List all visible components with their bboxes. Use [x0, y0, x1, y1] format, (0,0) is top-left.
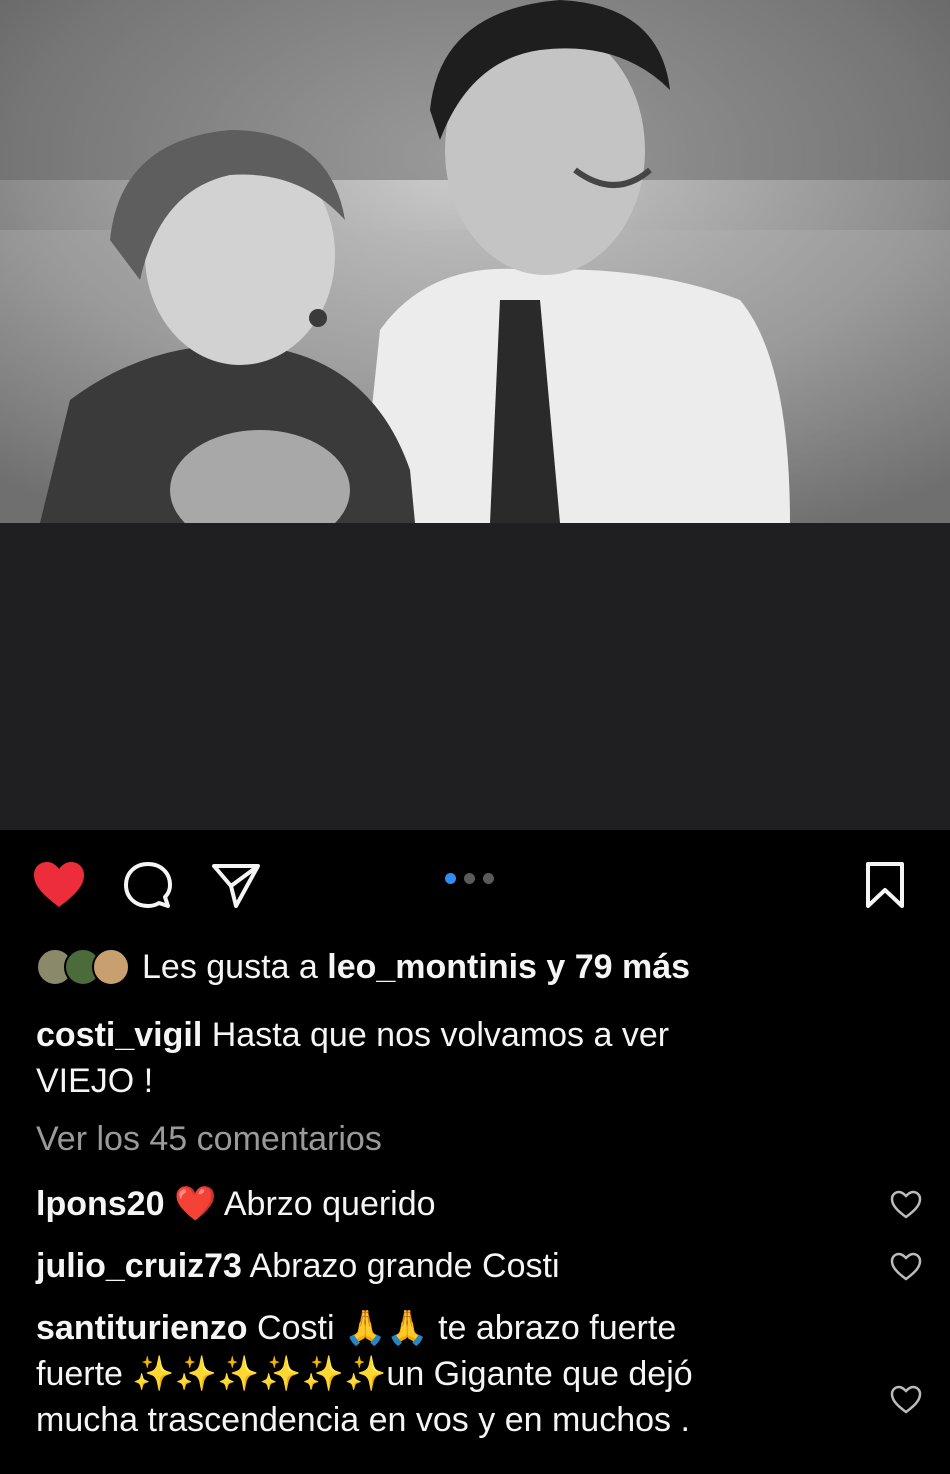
heart-emoji: ❤️ — [173, 1184, 217, 1224]
caption-text-line1: Hasta que nos volvamos a ver — [211, 1016, 670, 1054]
heart-icon[interactable] — [32, 860, 86, 910]
liker-username[interactable]: leo_montinis — [327, 948, 537, 987]
comment-text: mucha trascendencia en vos y en muchos . — [36, 1401, 690, 1439]
comment-text: Costi — [257, 1309, 335, 1347]
comment-username[interactable]: lpons20 — [36, 1185, 164, 1223]
bookmark-icon[interactable] — [862, 860, 908, 910]
comment-item: santiturienzo Costi 🙏🙏 te abrazo fuerte … — [36, 1305, 866, 1443]
comment-text: Abrazo grande Costi — [249, 1247, 560, 1285]
post-photo[interactable] — [0, 0, 950, 523]
avatar — [92, 948, 130, 986]
caption-text-line2: VIEJO ! — [36, 1062, 154, 1100]
comment-text: un Gigante que dejó — [386, 1355, 693, 1393]
comment-icon[interactable] — [122, 860, 174, 910]
carousel-dot — [483, 873, 494, 884]
like-outline-icon[interactable] — [890, 1190, 922, 1220]
likes-summary[interactable]: Les gusta a leo_montinis y 79 más — [36, 944, 690, 990]
share-icon[interactable] — [210, 860, 262, 910]
post-caption: costi_vigil Hasta que nos volvamos a ver… — [36, 1012, 916, 1104]
media-padding — [0, 523, 950, 830]
carousel-indicator — [445, 873, 494, 884]
like-outline-icon[interactable] — [890, 1385, 922, 1415]
liker-avatars — [36, 948, 130, 986]
comment-text: Abrzo querido — [223, 1185, 436, 1223]
comment-item: julio_cruiz73 Abrazo grande Costi — [36, 1243, 866, 1289]
view-comments-link[interactable]: Ver los 45 comentarios — [36, 1120, 382, 1159]
likes-suffix[interactable]: y 79 más — [546, 948, 690, 987]
carousel-dot — [464, 873, 475, 884]
comment-text: fuerte — [36, 1355, 123, 1393]
caption-username[interactable]: costi_vigil — [36, 1016, 202, 1054]
comment-username[interactable]: santiturienzo — [36, 1309, 248, 1347]
likes-prefix: Les gusta a — [142, 947, 318, 986]
comment-text: te abrazo fuerte — [438, 1309, 677, 1347]
sparkles-emoji: ✨✨✨✨✨✨ — [132, 1354, 387, 1394]
pray-emoji: 🙏🙏 — [343, 1308, 429, 1348]
comment-item: lpons20 ❤️ Abrzo querido — [36, 1181, 866, 1227]
comment-username[interactable]: julio_cruiz73 — [36, 1247, 242, 1285]
like-outline-icon[interactable] — [890, 1252, 922, 1282]
carousel-dot-active — [445, 873, 456, 884]
